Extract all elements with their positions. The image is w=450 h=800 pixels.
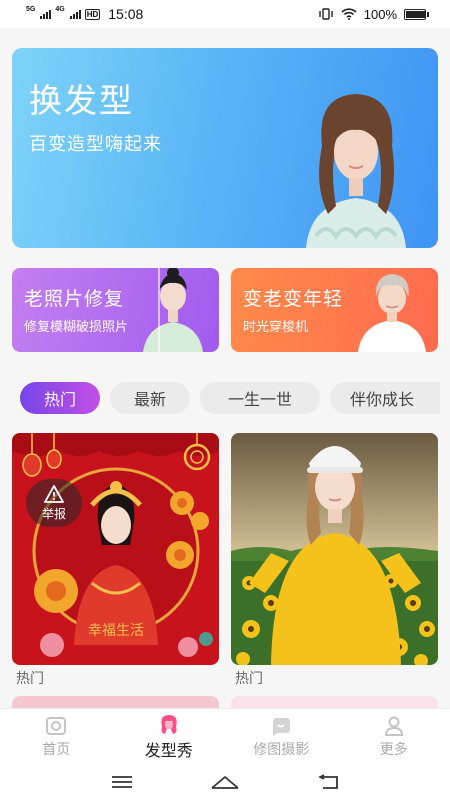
card-caption: 幸福生活 (88, 623, 144, 639)
category-tabs: 热门 最新 一生一世 伴你成长 (20, 382, 440, 414)
tab-growing-up[interactable]: 伴你成长 (330, 382, 440, 414)
chinese-wedding-template-image: 幸福生活 (12, 433, 219, 665)
age-transform-title: 变老变年轻 (243, 289, 344, 310)
user-icon (384, 716, 403, 736)
hairstyle-banner[interactable]: 换发型 百变造型嗨起来 (12, 48, 438, 248)
hairstyle-icon (161, 714, 177, 734)
nav-hairstyle[interactable]: 发型秀 (113, 709, 226, 764)
nav-photo-edit-label: 修图摄影 (253, 740, 310, 757)
signal-icon-2 (69, 9, 81, 19)
nav-home[interactable]: 首页 (0, 709, 113, 764)
hairstyle-card[interactable] (231, 433, 438, 665)
sunflower-field-portrait-image (231, 433, 438, 665)
menu-icon[interactable] (111, 775, 133, 789)
banner-subtitle: 百变造型嗨起来 (29, 134, 162, 154)
report-button[interactable]: 举报 (26, 479, 82, 527)
elderly-portrait-image (358, 274, 426, 352)
system-nav-bar (0, 764, 450, 800)
wifi-icon (341, 8, 357, 20)
nav-photo-edit[interactable]: 修图摄影 (225, 709, 338, 764)
hairstyle-card[interactable]: 幸福生活 举报 (12, 433, 219, 665)
home-icon (46, 716, 67, 735)
model-portrait-image (306, 94, 406, 248)
age-transform-subtitle: 时光穿梭机 (243, 319, 309, 334)
old-photo-subtitle: 修复模糊破损照片 (24, 319, 129, 334)
nav-home-label: 首页 (42, 740, 71, 757)
back-icon[interactable] (317, 774, 339, 790)
tab-latest[interactable]: 最新 (110, 382, 190, 414)
report-label: 举报 (41, 506, 66, 521)
status-bar: 5G 4G HD 15:08 100% (0, 0, 450, 28)
old-photo-restore-card[interactable]: 老照片修复 修复模糊破损照片 (12, 268, 219, 352)
signal-icon (40, 9, 52, 19)
home-button-icon[interactable] (210, 774, 240, 790)
clock: 15:08 (108, 6, 144, 22)
card-category-label: 热门 (16, 670, 44, 686)
nav-hairstyle-label: 发型秀 (144, 742, 193, 760)
warning-icon (44, 484, 64, 503)
sim2-label: 4G (55, 6, 65, 13)
old-photo-title: 老照片修复 (24, 289, 125, 310)
age-transform-card[interactable]: 变老变年轻 时光穿梭机 (231, 268, 438, 352)
hd-badge: HD (84, 8, 101, 20)
card-category-label: 热门 (235, 670, 263, 686)
battery-percent: 100% (363, 6, 397, 22)
battery-icon (404, 8, 429, 20)
photo-edit-icon (273, 717, 291, 736)
nav-more[interactable]: 更多 (338, 709, 450, 764)
tab-lifetime[interactable]: 一生一世 (200, 382, 320, 414)
sim1-label: 5G (26, 6, 36, 13)
vibrate-icon (319, 8, 333, 20)
banner-title: 换发型 (29, 82, 134, 119)
nav-more-label: 更多 (379, 740, 408, 757)
bottom-nav: 首页 发型秀 修图摄影 更多 (0, 708, 450, 764)
tab-hot[interactable]: 热门 (20, 382, 100, 414)
restored-portrait-image (143, 268, 203, 352)
